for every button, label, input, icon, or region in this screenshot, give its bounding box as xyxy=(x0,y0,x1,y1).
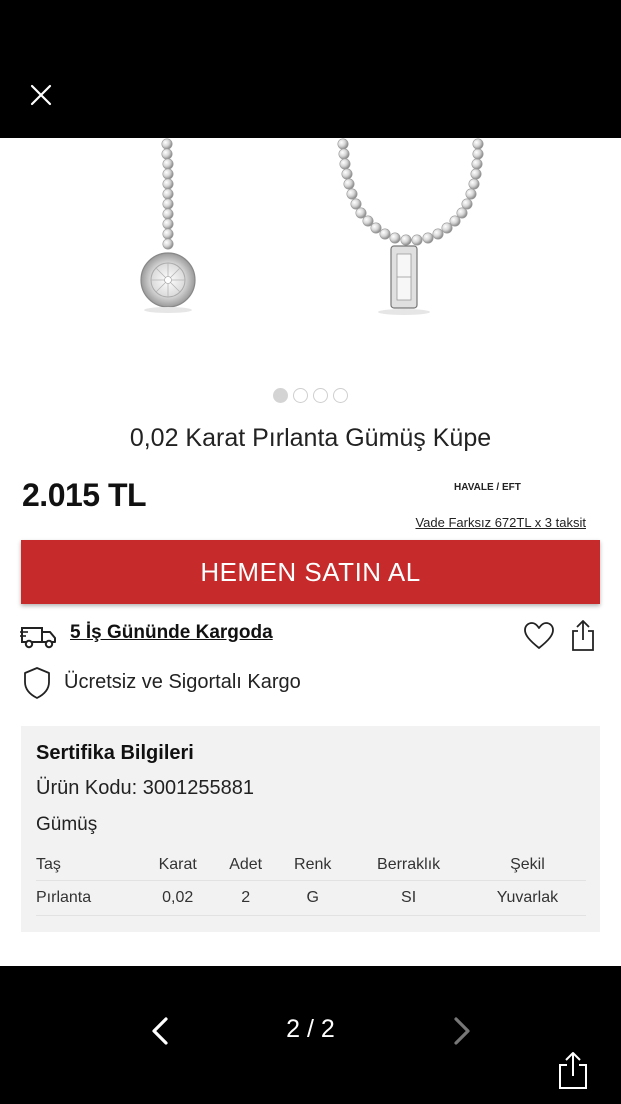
column-header: Şekil xyxy=(468,852,586,881)
table-cell: 2 xyxy=(214,880,278,916)
certificate-title: Sertifika Bilgileri xyxy=(36,742,194,764)
product-image[interactable] xyxy=(0,138,621,378)
product-price: 2.015 TL xyxy=(22,477,147,513)
carousel-dot[interactable] xyxy=(273,388,288,403)
page-indicator: 2 / 2 xyxy=(286,1015,335,1043)
installment-link[interactable]: Vade Farksız 672TL x 3 taksit xyxy=(415,515,586,530)
certificate-panel: Sertifika Bilgileri Ürün Kodu: 300125588… xyxy=(21,726,600,932)
table-cell: 0,02 xyxy=(141,880,215,916)
product-page: 0,02 Karat Pırlanta Gümüş Küpe 2.015 TL … xyxy=(0,138,621,966)
table-header-row: Taş Karat Adet Renk Berraklık Şekil xyxy=(36,852,586,881)
column-header: Karat xyxy=(141,852,215,881)
free-shipping-text: Ücretsiz ve Sigortalı Kargo xyxy=(64,671,301,693)
delivery-truck-icon xyxy=(20,627,56,649)
carousel-dot[interactable] xyxy=(293,388,308,403)
buy-now-button[interactable]: HEMEN SATIN AL xyxy=(21,540,600,604)
metal-type: Gümüş xyxy=(36,814,98,835)
column-header: Renk xyxy=(277,852,349,881)
product-title: 0,02 Karat Pırlanta Gümüş Küpe xyxy=(129,424,492,452)
column-header: Adet xyxy=(214,852,278,881)
table-cell: G xyxy=(277,880,349,916)
table-row: Pırlanta 0,02 2 G SI Yuvarlak xyxy=(36,880,586,916)
table-cell: Pırlanta xyxy=(36,880,142,916)
payment-method-label: HAVALE / EFT xyxy=(454,482,521,493)
column-header: Berraklık xyxy=(348,852,469,881)
product-code: Ürün Kodu: 3001255881 xyxy=(36,777,254,799)
table-cell: SI xyxy=(348,880,469,916)
chevron-right-icon[interactable] xyxy=(450,1015,474,1047)
shipping-time-link[interactable]: 5 İş Gününde Kargoda xyxy=(70,622,273,644)
stone-table: Taş Karat Adet Renk Berraklık Şekil Pırl… xyxy=(36,852,586,916)
viewer-top-bar xyxy=(0,0,621,138)
carousel-dot[interactable] xyxy=(333,388,348,403)
close-icon[interactable] xyxy=(26,80,56,110)
share-icon[interactable] xyxy=(569,618,597,652)
carousel-dots xyxy=(0,388,621,403)
table-cell: Yuvarlak xyxy=(468,880,586,916)
heart-icon[interactable] xyxy=(523,621,555,651)
carousel-dot[interactable] xyxy=(313,388,328,403)
column-header: Taş xyxy=(36,852,142,881)
viewer-bottom-bar: 2 / 2 xyxy=(0,966,621,1104)
share-icon[interactable] xyxy=(556,1050,590,1090)
shield-icon xyxy=(24,667,50,699)
